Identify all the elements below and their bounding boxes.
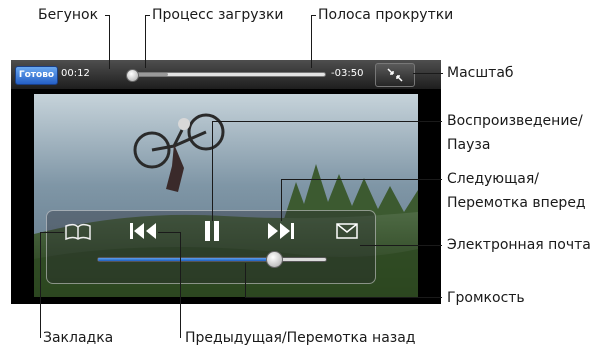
scale-button[interactable] <box>375 63 415 87</box>
playhead-scrubber[interactable] <box>125 69 139 82</box>
book-icon[interactable] <box>64 222 92 242</box>
callout-line-scrollbar <box>311 15 312 68</box>
callout-line-volume <box>245 263 246 297</box>
callout-line-bookmark-h <box>40 232 64 233</box>
volume-fill <box>98 258 274 261</box>
elapsed-time: 00:12 <box>61 68 90 79</box>
pause-icon[interactable] <box>202 219 222 243</box>
callout-line-scrubber <box>109 15 110 69</box>
label-email: Электронная почта <box>447 237 591 253</box>
callout-line-play <box>212 121 213 221</box>
label-volume: Громкость <box>447 290 525 306</box>
volume-knob[interactable] <box>266 251 284 268</box>
shrink-arrows-icon <box>387 68 403 82</box>
callout-line-prev <box>180 232 181 338</box>
label-next-ff: Следующая/ Перемотка вперед <box>447 171 586 211</box>
label-prev-rw: Предыдущая/Перемотка назад <box>185 330 416 346</box>
callout-line-next-h <box>281 179 442 180</box>
callout-line-play-h <box>212 121 442 122</box>
label-scale: Масштаб <box>447 65 514 81</box>
volume-slider[interactable] <box>97 257 327 262</box>
callout-line-download <box>145 15 146 68</box>
label-play-pause: Воспроизведение/ Пауза <box>447 113 583 153</box>
callout-line-bookmark <box>40 232 41 338</box>
callout-line-next <box>281 179 282 221</box>
callout-line-prev-h <box>158 232 181 233</box>
remaining-time: -03:50 <box>331 68 364 79</box>
label-scroll-bar: Полоса прокрутки <box>318 7 454 23</box>
player-top-bar: Готово 00:12 -03:50 <box>11 60 441 89</box>
label-scrubber: Бегунок <box>38 7 99 23</box>
skip-back-icon[interactable] <box>128 220 158 242</box>
callout-tick <box>145 15 150 16</box>
envelope-icon[interactable] <box>336 223 358 239</box>
label-bookmark: Закладка <box>43 330 114 346</box>
callout-tick <box>311 15 316 16</box>
done-button[interactable]: Готово <box>15 66 58 85</box>
skip-forward-icon[interactable] <box>266 220 296 242</box>
scroll-bar[interactable] <box>128 72 326 77</box>
callout-line-volume-h <box>245 297 442 298</box>
callout-line-email <box>360 245 442 246</box>
callout-tick <box>105 15 110 16</box>
callout-line-scale <box>413 73 443 74</box>
label-download-progress: Процесс загрузки <box>152 7 284 23</box>
